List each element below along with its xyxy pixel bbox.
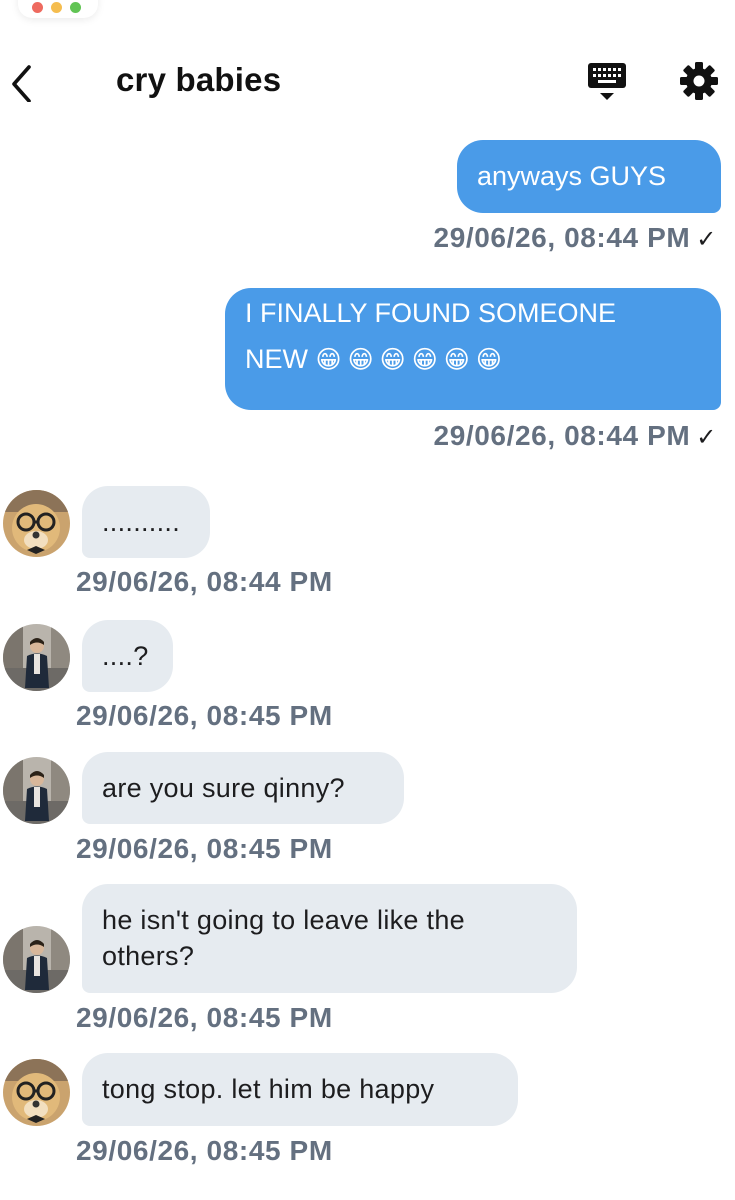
timestamp-text: 29/06/26, 08:45 PM: [76, 833, 333, 864]
chevron-left-icon: [12, 65, 31, 103]
avatar-person[interactable]: [3, 757, 70, 824]
window-controls: [18, 0, 98, 18]
timestamp-text: 29/06/26, 08:45 PM: [76, 1135, 333, 1166]
message-text: are you sure qinny?: [102, 773, 345, 803]
minimize-dot-icon[interactable]: [51, 2, 62, 13]
message-text: ....?: [102, 641, 149, 671]
message-bubble-incoming[interactable]: are you sure qinny?: [82, 752, 404, 824]
avatar-person[interactable]: [3, 624, 70, 691]
message-timestamp: 29/06/26, 08:44 PM ✓: [434, 222, 717, 254]
person-avatar-image: [3, 624, 70, 691]
person-avatar-image: [3, 926, 70, 993]
settings-button[interactable]: [678, 60, 720, 102]
message-bubble-incoming[interactable]: he isn't going to leave like the others?: [82, 884, 577, 993]
person-avatar-image: [3, 757, 70, 824]
message-timestamp: 29/06/26, 08:44 PM ✓: [434, 420, 717, 452]
message-text: anyways GUYS: [477, 161, 667, 191]
message-bubble-incoming[interactable]: ....?: [82, 620, 173, 692]
message-timestamp: 29/06/26, 08:45 PM: [76, 1002, 333, 1034]
gear-icon: [680, 62, 718, 100]
maximize-dot-icon[interactable]: [70, 2, 81, 13]
message-bubble-incoming[interactable]: ..........: [82, 486, 210, 558]
message-text-line-2: NEW: [245, 344, 308, 374]
message-text: tong stop. let him be happy: [102, 1074, 435, 1104]
timestamp-text: 29/06/26, 08:45 PM: [76, 1002, 333, 1033]
back-button[interactable]: [6, 58, 40, 103]
message-timestamp: 29/06/26, 08:45 PM: [76, 700, 333, 732]
keyboard-icon: [588, 63, 626, 100]
message-bubble-outgoing[interactable]: I FINALLY FOUND SOMEONE NEW 😁😁😁😁😁😁: [225, 288, 721, 410]
message-text-line-1: I FINALLY FOUND SOMEONE: [245, 298, 617, 328]
message-text-line-2: others?: [102, 941, 195, 971]
message-text: ..........: [102, 507, 181, 537]
message-timestamp: 29/06/26, 08:44 PM: [76, 566, 333, 598]
dog-avatar-image: [3, 490, 70, 557]
message-bubble-outgoing[interactable]: anyways GUYS: [457, 140, 721, 213]
message-bubble-incoming[interactable]: tong stop. let him be happy: [82, 1053, 518, 1126]
chat-title: cry babies: [116, 61, 282, 98]
sent-check-icon: ✓: [696, 226, 717, 253]
message-text-line-1: he isn't going to leave like the: [102, 905, 465, 935]
avatar-dog[interactable]: [3, 490, 70, 557]
avatar-person[interactable]: [3, 926, 70, 993]
timestamp-text: 29/06/26, 08:44 PM: [433, 420, 691, 451]
timestamp-text: 29/06/26, 08:44 PM: [76, 566, 333, 597]
dog-avatar-image: [3, 1059, 70, 1126]
chat-header: cry babies: [0, 50, 735, 110]
keyboard-button[interactable]: [584, 60, 630, 104]
message-timestamp: 29/06/26, 08:45 PM: [76, 833, 333, 865]
close-dot-icon[interactable]: [32, 2, 43, 13]
timestamp-text: 29/06/26, 08:44 PM: [433, 222, 691, 253]
avatar-dog[interactable]: [3, 1059, 70, 1126]
sent-check-icon: ✓: [696, 424, 717, 451]
grinning-emoji-row: 😁😁😁😁😁😁: [315, 346, 508, 374]
timestamp-text: 29/06/26, 08:45 PM: [76, 700, 333, 731]
message-timestamp: 29/06/26, 08:45 PM: [76, 1135, 333, 1167]
